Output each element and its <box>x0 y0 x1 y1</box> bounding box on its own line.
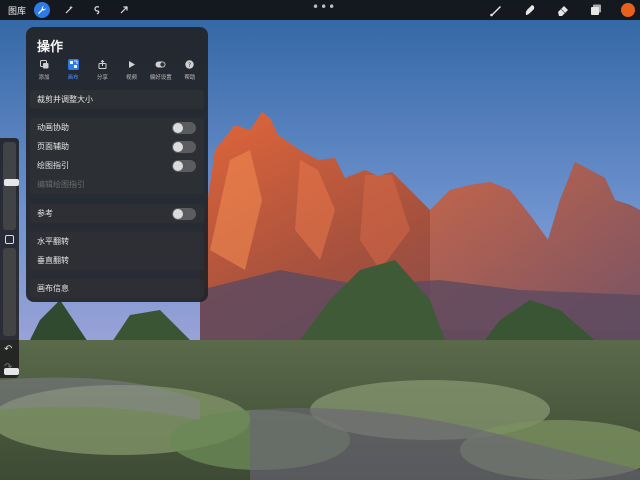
crop-section: 裁剪并调整大小 <box>30 90 204 109</box>
tab-add[interactable]: 添加 <box>30 59 58 87</box>
tab-preferences[interactable]: 偏好设置 <box>147 59 175 87</box>
animation-assist-row[interactable]: 动画协助 <box>30 118 204 137</box>
panel-title: 操作 <box>37 40 64 55</box>
wrench-icon[interactable] <box>34 2 50 18</box>
prefs-toggle-icon <box>155 59 166 70</box>
row-label: 页面辅助 <box>37 142 69 151</box>
color-swatch[interactable] <box>621 3 635 17</box>
tab-label: 帮助 <box>184 75 196 81</box>
layers-icon[interactable] <box>588 2 604 18</box>
tab-video[interactable]: 视频 <box>118 59 146 87</box>
info-section: 画布信息 <box>30 279 204 298</box>
reference-section: 参考 <box>30 204 204 223</box>
drawing-guide-row[interactable]: 绘图指引 <box>30 156 204 175</box>
brush-size-slider[interactable] <box>3 142 19 230</box>
transform-arrow-icon[interactable] <box>116 2 132 18</box>
reference-toggle[interactable] <box>172 208 196 220</box>
magic-wand-icon[interactable] <box>61 2 77 18</box>
more-options-icon[interactable]: ••• <box>312 0 336 14</box>
video-icon <box>126 59 137 70</box>
guides-section: 动画协助 页面辅助 绘图指引 编辑绘图指引 <box>30 118 204 194</box>
redo-icon[interactable]: ↷ <box>4 362 12 373</box>
left-sidebar: ↶ ↷ <box>0 138 19 378</box>
page-assist-row[interactable]: 页面辅助 <box>30 137 204 156</box>
edit-drawing-guide-item: 编辑绘图指引 <box>37 180 85 189</box>
brush-opacity-slider[interactable] <box>3 248 19 375</box>
add-icon <box>39 59 50 70</box>
smudge-icon[interactable] <box>522 2 538 18</box>
page-assist-toggle[interactable] <box>172 141 196 153</box>
svg-text:?: ? <box>188 61 191 69</box>
eraser-icon[interactable] <box>555 2 571 18</box>
animation-assist-toggle[interactable] <box>172 122 196 134</box>
modify-square-icon[interactable] <box>5 235 14 244</box>
share-icon <box>97 59 108 70</box>
toggle-knob <box>173 209 183 219</box>
tab-help[interactable]: ? 帮助 <box>176 59 204 87</box>
top-toolbar: 图库 ••• <box>0 0 640 20</box>
row-label: 绘图指引 <box>37 161 69 170</box>
flip-section: 水平翻转 垂直翻转 <box>30 232 204 270</box>
undo-icon[interactable]: ↶ <box>4 344 12 355</box>
actions-panel: 操作 添加 画布 分享 视频 偏好设置 ? 帮助 裁剪并调整大小 动画协助 页面… <box>26 27 208 302</box>
flip-vertical-item[interactable]: 垂直翻转 <box>30 251 204 270</box>
reference-row[interactable]: 参考 <box>30 204 204 223</box>
help-icon: ? <box>184 59 195 70</box>
canvas-info-item[interactable]: 画布信息 <box>30 279 204 298</box>
panel-tabs: 添加 画布 分享 视频 偏好设置 ? 帮助 <box>30 59 204 87</box>
crop-resize-item[interactable]: 裁剪并调整大小 <box>30 90 204 109</box>
row-label: 参考 <box>37 209 53 218</box>
tab-label: 画布 <box>67 75 79 81</box>
toggle-knob <box>173 123 183 133</box>
row-label: 动画协助 <box>37 123 69 132</box>
toggle-knob <box>173 161 183 171</box>
tab-label: 视频 <box>126 75 138 81</box>
toggle-knob <box>173 142 183 152</box>
tab-label: 偏好设置 <box>149 75 172 81</box>
selection-icon[interactable] <box>89 2 105 18</box>
brush-icon[interactable] <box>488 2 504 18</box>
tab-label: 分享 <box>96 75 108 81</box>
gallery-link[interactable]: 图库 <box>8 4 26 17</box>
brush-size-thumb[interactable] <box>4 179 19 186</box>
drawing-guide-toggle[interactable] <box>172 160 196 172</box>
tab-label: 添加 <box>38 75 50 81</box>
tab-share[interactable]: 分享 <box>88 59 116 87</box>
flip-horizontal-item[interactable]: 水平翻转 <box>30 232 204 251</box>
tab-canvas[interactable]: 画布 <box>59 59 87 87</box>
canvas-icon <box>67 59 79 70</box>
